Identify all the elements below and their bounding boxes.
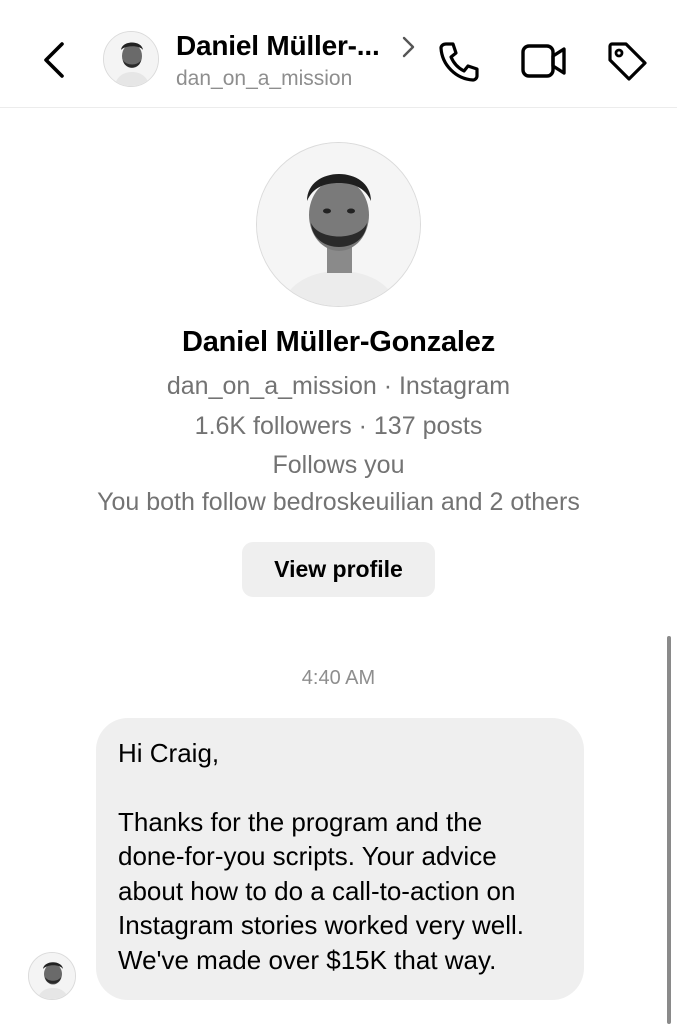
message-line: We've made over $15K that way.: [118, 944, 497, 975]
message-line: Thanks for the program and the: [118, 806, 483, 837]
view-profile-button[interactable]: View profile: [242, 542, 435, 597]
audio-call-button[interactable]: [436, 38, 482, 84]
chevron-left-icon: [44, 42, 64, 78]
message-timestamp: 4:40 AM: [301, 667, 376, 689]
mutual-followers: You both follow bedroskeuilian and 2 oth…: [97, 488, 580, 516]
profile-portrait: [257, 143, 420, 306]
thread-header: Daniel Müller-... dan_on_a_mission: [0, 0, 677, 108]
profile-stats: 1.6K followers · 137 posts: [194, 412, 483, 440]
message-line: done-for-you scripts. Your advice: [118, 841, 497, 871]
profile-full-name: Daniel Müller-Gonzalez: [181, 326, 496, 358]
header-username[interactable]: dan_on_a_mission: [176, 67, 352, 91]
message-line: about how to do a call-to-action on: [118, 875, 516, 906]
header-avatar[interactable]: [103, 31, 159, 87]
label-button[interactable]: [604, 38, 650, 84]
dm-thread-screen: Daniel Müller-... dan_on_a_mission Danie…: [0, 0, 677, 1024]
profile-avatar[interactable]: [256, 142, 421, 307]
video-camera-icon: [521, 44, 566, 78]
tag-icon: [608, 42, 647, 81]
message-line: Hi Craig,: [118, 738, 220, 768]
video-call-button[interactable]: [519, 40, 569, 82]
follow-status: Follows you: [272, 451, 405, 479]
incoming-message-bubble[interactable]: Hi Craig, Thanks for the program and the…: [96, 718, 584, 1000]
avatar-portrait: [104, 32, 158, 86]
profile-username-platform: dan_on_a_mission · Instagram: [166, 372, 511, 400]
chevron-right-icon[interactable]: [400, 34, 418, 60]
message-line: Instagram stories worked very well.: [118, 910, 525, 940]
header-contact-name[interactable]: Daniel Müller-...: [176, 30, 380, 62]
sender-avatar[interactable]: [28, 952, 76, 1000]
sender-portrait: [29, 953, 75, 999]
phone-icon: [439, 42, 479, 82]
scrollbar[interactable]: [667, 636, 671, 1024]
back-button[interactable]: [36, 38, 76, 82]
